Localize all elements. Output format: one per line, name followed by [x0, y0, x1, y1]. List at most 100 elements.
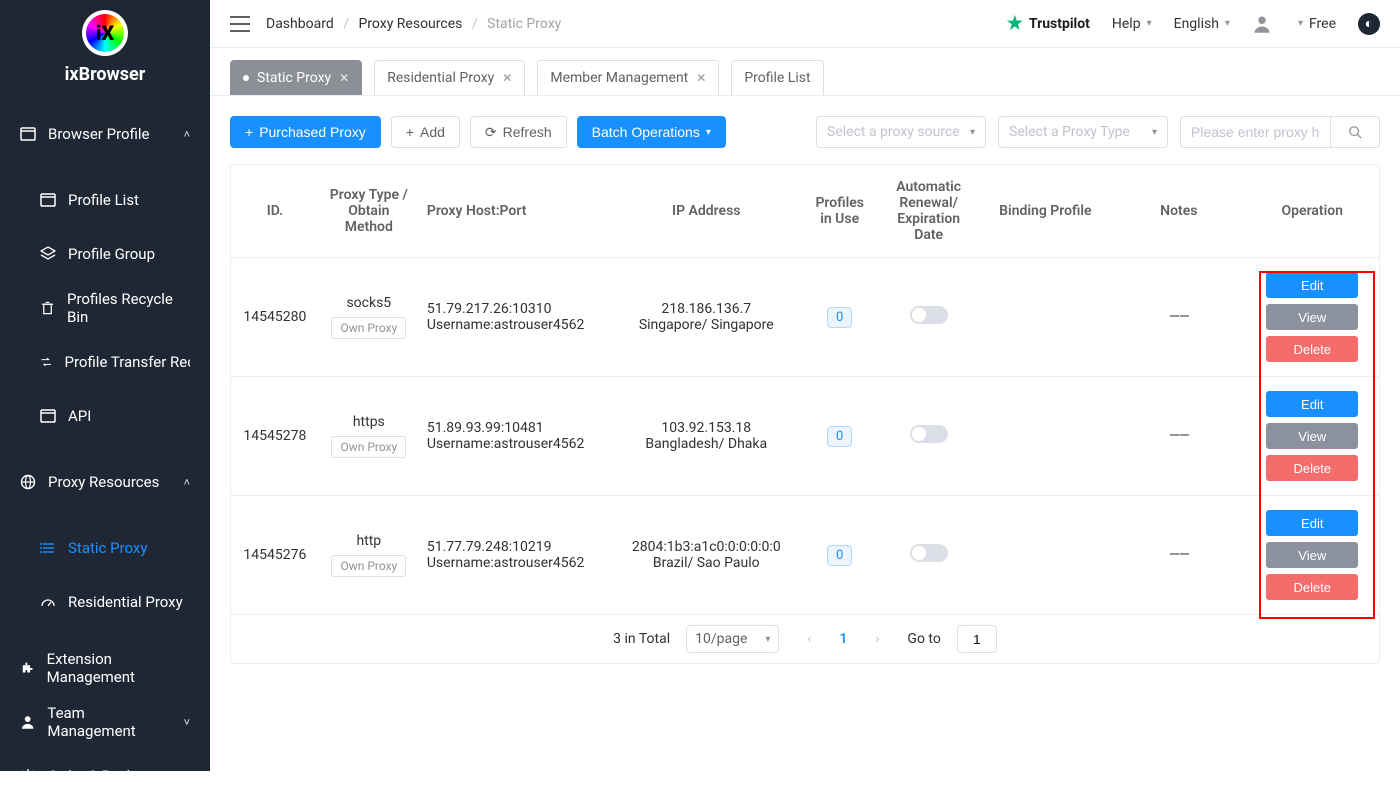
cell-id: 14545276 — [231, 496, 319, 615]
breadcrumb-dashboard[interactable]: Dashboard — [266, 16, 334, 32]
batch-operations-button[interactable]: Batch Operations▾ — [577, 116, 726, 148]
breadcrumb: Dashboard / Proxy Resources / Static Pro… — [266, 16, 561, 32]
purchased-proxy-button[interactable]: +Purchased Proxy — [230, 116, 381, 148]
cell-operation: Edit View Delete — [1246, 496, 1379, 615]
col-id: ID. — [231, 165, 319, 258]
search-button[interactable] — [1330, 116, 1380, 148]
transfer-icon — [40, 354, 53, 370]
edit-button[interactable]: Edit — [1266, 272, 1358, 298]
pagination: 3 in Total 10/page▾ ‹ 1 › Go to — [231, 614, 1379, 663]
auto-renew-toggle[interactable] — [910, 425, 948, 443]
close-icon[interactable]: ✕ — [696, 71, 706, 85]
search-input[interactable] — [1180, 116, 1330, 148]
proxy-type-select[interactable]: Select a Proxy Type▾ — [998, 116, 1168, 148]
plus-icon: + — [245, 124, 253, 140]
toolbar: +Purchased Proxy +Add ⟳Refresh Batch Ope… — [230, 116, 1380, 148]
sidebar-item-team[interactable]: Team Management ˅ — [0, 695, 210, 749]
puzzle-icon — [20, 660, 35, 676]
api-icon — [40, 408, 56, 424]
plan-dropdown[interactable]: ▾Free — [1298, 16, 1336, 32]
proxy-source-select[interactable]: Select a proxy source▾ — [816, 116, 986, 148]
user-avatar-icon[interactable] — [1252, 14, 1272, 34]
auto-renew-toggle[interactable] — [910, 544, 948, 562]
delete-button[interactable]: Delete — [1266, 336, 1358, 362]
cell-ip: 2804:1b3:a1c0:0:0:0:0:0 Brazil/ Sao Paul… — [612, 496, 801, 615]
add-button[interactable]: +Add — [391, 116, 460, 148]
sidebar-item-extension[interactable]: Extension Management — [0, 641, 210, 695]
view-button[interactable]: View — [1266, 304, 1358, 330]
dashboard-icon — [40, 594, 56, 610]
col-profiles: Profiles in Use — [801, 165, 879, 258]
delete-button[interactable]: Delete — [1266, 574, 1358, 600]
sidebar-item-browser-profile[interactable]: Browser Profile ˄ — [0, 107, 210, 161]
own-proxy-tag[interactable]: Own Proxy — [331, 436, 406, 458]
cell-renew — [879, 496, 979, 615]
sidebar-item-static-proxy[interactable]: Static Proxy — [0, 521, 210, 575]
chevron-up-icon: ˄ — [184, 476, 190, 489]
close-icon[interactable]: ✕ — [502, 71, 512, 85]
logo: iX ixBrowser — [0, 0, 210, 95]
col-type: Proxy Type / Obtain Method — [319, 165, 419, 258]
cell-renew — [879, 377, 979, 496]
pager-total: 3 in Total — [613, 631, 670, 647]
tabs-bar: Static Proxy✕ Residential Proxy✕ Member … — [210, 48, 1400, 96]
col-renew: Automatic Renewal/ Expiration Date — [879, 165, 979, 258]
cell-id: 14545278 — [231, 377, 319, 496]
trustpilot-link[interactable]: ★ Trustpilot — [1007, 13, 1090, 34]
tab-profile-list[interactable]: Profile List — [731, 60, 823, 95]
edit-button[interactable]: Edit — [1266, 510, 1358, 536]
sidebar-item-proxy-resources[interactable]: Proxy Resources ˄ — [0, 455, 210, 509]
sidebar-collapse-button[interactable] — [230, 16, 250, 32]
cell-notes: —— — [1112, 496, 1245, 615]
cell-host: 51.89.93.99:10481 Username:astrouser4562 — [419, 377, 612, 496]
col-ip: IP Address — [612, 165, 801, 258]
help-dropdown[interactable]: Help▾ — [1112, 16, 1152, 32]
view-button[interactable]: View — [1266, 423, 1358, 449]
edit-button[interactable]: Edit — [1266, 391, 1358, 417]
breadcrumb-proxy-resources[interactable]: Proxy Resources — [358, 16, 462, 32]
close-icon[interactable]: ✕ — [339, 71, 349, 85]
sidebar-item-api[interactable]: API — [0, 389, 210, 443]
delete-button[interactable]: Delete — [1266, 455, 1358, 481]
refresh-icon: ⟳ — [485, 124, 497, 141]
sidebar-item-residential-proxy[interactable]: Residential Proxy — [0, 575, 210, 629]
trash-icon — [40, 300, 55, 316]
chevron-down-icon: ▾ — [765, 634, 770, 645]
own-proxy-tag[interactable]: Own Proxy — [331, 317, 406, 339]
col-host: Proxy Host:Port — [419, 165, 612, 258]
profiles-count-badge[interactable]: 0 — [827, 426, 852, 447]
page-current[interactable]: 1 — [839, 631, 847, 647]
col-binding: Binding Profile — [979, 165, 1112, 258]
tab-static-proxy[interactable]: Static Proxy✕ — [230, 60, 362, 95]
dark-mode-toggle[interactable]: ◐ — [1358, 13, 1380, 35]
view-button[interactable]: View — [1266, 542, 1358, 568]
sidebar-item-profile-list[interactable]: Profile List — [0, 173, 210, 227]
own-proxy-tag[interactable]: Own Proxy — [331, 555, 406, 577]
cell-type: https Own Proxy — [319, 377, 419, 496]
profiles-count-badge[interactable]: 0 — [827, 545, 852, 566]
page-size-select[interactable]: 10/page▾ — [686, 625, 779, 653]
chevron-down-icon: ˅ — [184, 770, 190, 783]
tab-member-management[interactable]: Member Management✕ — [537, 60, 719, 95]
goto-input[interactable] — [957, 625, 997, 653]
table-row: 14545276 http Own Proxy 51.77.79.248:102… — [231, 496, 1379, 615]
gear-icon — [20, 768, 36, 784]
page-prev-button[interactable]: ‹ — [795, 625, 823, 653]
cell-profiles: 0 — [801, 258, 879, 377]
sidebar-item-order[interactable]: Order & Recharge ˅ — [0, 749, 210, 803]
refresh-button[interactable]: ⟳Refresh — [470, 116, 567, 148]
auto-renew-toggle[interactable] — [910, 306, 948, 324]
page-next-button[interactable]: › — [863, 625, 891, 653]
cell-notes: —— — [1112, 258, 1245, 377]
profiles-count-badge[interactable]: 0 — [827, 307, 852, 328]
topbar: Dashboard / Proxy Resources / Static Pro… — [210, 0, 1400, 48]
sidebar-item-profiles-recycle[interactable]: Profiles Recycle Bin — [0, 281, 210, 335]
tab-residential-proxy[interactable]: Residential Proxy✕ — [374, 60, 525, 95]
cell-binding — [979, 496, 1112, 615]
sidebar-item-profile-group[interactable]: Profile Group — [0, 227, 210, 281]
language-dropdown[interactable]: English▾ — [1174, 16, 1230, 32]
cell-type: socks5 Own Proxy — [319, 258, 419, 377]
active-dot-icon — [243, 75, 249, 81]
sidebar-item-profile-transfer[interactable]: Profile Transfer Records — [0, 335, 210, 389]
search-icon — [1348, 125, 1362, 139]
